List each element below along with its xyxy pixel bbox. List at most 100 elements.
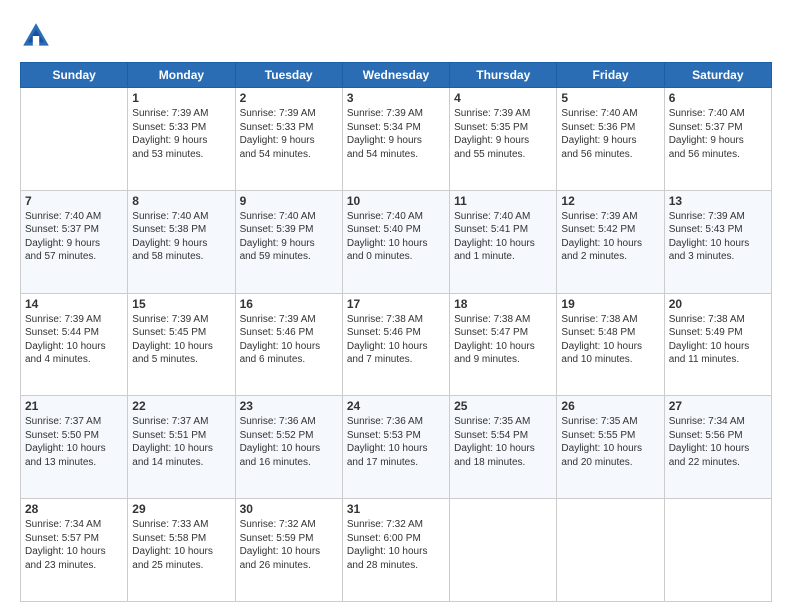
- day-number: 7: [25, 194, 123, 208]
- calendar-day-header: Friday: [557, 63, 664, 88]
- calendar-cell: 6Sunrise: 7:40 AM Sunset: 5:37 PM Daylig…: [664, 88, 771, 191]
- day-info: Sunrise: 7:40 AM Sunset: 5:38 PM Dayligh…: [132, 210, 230, 264]
- day-info: Sunrise: 7:38 AM Sunset: 5:46 PM Dayligh…: [347, 313, 445, 367]
- day-number: 8: [132, 194, 230, 208]
- calendar-cell: 10 Sunrise: 7:40 AM Sunset: 5:40 PM Dayli…: [342, 190, 449, 293]
- day-number: 10: [347, 194, 445, 208]
- day-info: Sunrise: 7:39 AM Sunset: 5:42 PM Dayligh…: [561, 210, 659, 264]
- day-info: Sunrise: 7:40 AM Sunset: 5:41 PM Dayligh…: [454, 210, 552, 264]
- day-info: Sunrise: 7:38 AM Sunset: 5:47 PM Dayligh…: [454, 313, 552, 367]
- day-number: 18: [454, 297, 552, 311]
- calendar-cell: 11Sunrise: 7:40 AM Sunset: 5:41 PM Dayli…: [450, 190, 557, 293]
- calendar-cell: 13Sunrise: 7:39 AM Sunset: 5:43 PM Dayli…: [664, 190, 771, 293]
- day-number: 20: [669, 297, 767, 311]
- day-info: Sunrise: 7:34 AM Sunset: 5:56 PM Dayligh…: [669, 415, 767, 469]
- day-info: Sunrise: 7:39 AM Sunset: 5:43 PM Dayligh…: [669, 210, 767, 264]
- calendar-cell: 20 Sunrise: 7:38 AM Sunset: 5:49 PM Dayli…: [664, 293, 771, 396]
- day-number: 3: [347, 91, 445, 105]
- day-info: Sunrise: 7:40 AM Sunset: 5:36 PM Dayligh…: [561, 107, 659, 161]
- calendar-week-row: 1 Sunrise: 7:39 AM Sunset: 5:33 PM Daylig…: [21, 88, 772, 191]
- day-info: Sunrise: 7:40 AM Sunset: 5:37 PM Dayligh…: [25, 210, 123, 264]
- day-number: 17: [347, 297, 445, 311]
- calendar-cell: [21, 88, 128, 191]
- calendar-cell: 30 Sunrise: 7:32 AM Sunset: 5:59 PM Dayli…: [235, 499, 342, 602]
- calendar-cell: 14 Sunrise: 7:39 AM Sunset: 5:44 PM Dayli…: [21, 293, 128, 396]
- calendar-cell: 22 Sunrise: 7:37 AM Sunset: 5:51 PM Dayli…: [128, 396, 235, 499]
- day-number: 29: [132, 502, 230, 516]
- day-info: Sunrise: 7:34 AM Sunset: 5:57 PM Dayligh…: [25, 518, 123, 572]
- day-info: Sunrise: 7:32 AM Sunset: 6:00 PM Dayligh…: [347, 518, 445, 572]
- calendar-week-row: 28 Sunrise: 7:34 AM Sunset: 5:57 PM Dayli…: [21, 499, 772, 602]
- day-info: Sunrise: 7:40 AM Sunset: 5:40 PM Dayligh…: [347, 210, 445, 264]
- day-number: 14: [25, 297, 123, 311]
- day-info: Sunrise: 7:39 AM Sunset: 5:44 PM Dayligh…: [25, 313, 123, 367]
- logo-icon: [20, 20, 52, 52]
- calendar-cell: [664, 499, 771, 602]
- day-number: 4: [454, 91, 552, 105]
- calendar-cell: [450, 499, 557, 602]
- day-info: Sunrise: 7:39 AM Sunset: 5:45 PM Dayligh…: [132, 313, 230, 367]
- day-number: 15: [132, 297, 230, 311]
- calendar-cell: 23Sunrise: 7:36 AM Sunset: 5:52 PM Dayli…: [235, 396, 342, 499]
- day-number: 5: [561, 91, 659, 105]
- day-number: 22: [132, 399, 230, 413]
- day-info: Sunrise: 7:39 AM Sunset: 5:33 PM Dayligh…: [132, 107, 230, 161]
- day-info: Sunrise: 7:40 AM Sunset: 5:37 PM Dayligh…: [669, 107, 767, 161]
- logo: [20, 20, 56, 52]
- calendar-cell: 19 Sunrise: 7:38 AM Sunset: 5:48 PM Dayli…: [557, 293, 664, 396]
- calendar-cell: 4 Sunrise: 7:39 AM Sunset: 5:35 PM Daylig…: [450, 88, 557, 191]
- day-number: 31: [347, 502, 445, 516]
- calendar-week-row: 21Sunrise: 7:37 AM Sunset: 5:50 PM Dayli…: [21, 396, 772, 499]
- calendar-day-header: Saturday: [664, 63, 771, 88]
- calendar-week-row: 7 Sunrise: 7:40 AM Sunset: 5:37 PM Daylig…: [21, 190, 772, 293]
- header: [20, 16, 772, 52]
- calendar-cell: 8 Sunrise: 7:40 AM Sunset: 5:38 PM Daylig…: [128, 190, 235, 293]
- day-number: 9: [240, 194, 338, 208]
- calendar-cell: 2Sunrise: 7:39 AM Sunset: 5:33 PM Daylig…: [235, 88, 342, 191]
- page: SundayMondayTuesdayWednesdayThursdayFrid…: [0, 0, 792, 612]
- calendar-cell: 27 Sunrise: 7:34 AM Sunset: 5:56 PM Dayli…: [664, 396, 771, 499]
- day-info: Sunrise: 7:33 AM Sunset: 5:58 PM Dayligh…: [132, 518, 230, 572]
- day-number: 19: [561, 297, 659, 311]
- day-info: Sunrise: 7:36 AM Sunset: 5:53 PM Dayligh…: [347, 415, 445, 469]
- day-info: Sunrise: 7:38 AM Sunset: 5:48 PM Dayligh…: [561, 313, 659, 367]
- day-info: Sunrise: 7:40 AM Sunset: 5:39 PM Dayligh…: [240, 210, 338, 264]
- day-info: Sunrise: 7:32 AM Sunset: 5:59 PM Dayligh…: [240, 518, 338, 572]
- calendar-day-header: Wednesday: [342, 63, 449, 88]
- calendar-cell: 24 Sunrise: 7:36 AM Sunset: 5:53 PM Dayli…: [342, 396, 449, 499]
- day-number: 16: [240, 297, 338, 311]
- calendar-cell: 5 Sunrise: 7:40 AM Sunset: 5:36 PM Daylig…: [557, 88, 664, 191]
- day-number: 26: [561, 399, 659, 413]
- calendar-cell: 9 Sunrise: 7:40 AM Sunset: 5:39 PM Daylig…: [235, 190, 342, 293]
- calendar-header-row: SundayMondayTuesdayWednesdayThursdayFrid…: [21, 63, 772, 88]
- day-info: Sunrise: 7:39 AM Sunset: 5:35 PM Dayligh…: [454, 107, 552, 161]
- calendar-day-header: Tuesday: [235, 63, 342, 88]
- calendar-cell: 31 Sunrise: 7:32 AM Sunset: 6:00 PM Dayli…: [342, 499, 449, 602]
- calendar-day-header: Monday: [128, 63, 235, 88]
- calendar-cell: 16 Sunrise: 7:39 AM Sunset: 5:46 PM Dayli…: [235, 293, 342, 396]
- calendar-cell: 12 Sunrise: 7:39 AM Sunset: 5:42 PM Dayli…: [557, 190, 664, 293]
- day-info: Sunrise: 7:37 AM Sunset: 5:50 PM Dayligh…: [25, 415, 123, 469]
- day-info: Sunrise: 7:37 AM Sunset: 5:51 PM Dayligh…: [132, 415, 230, 469]
- day-info: Sunrise: 7:36 AM Sunset: 5:52 PM Dayligh…: [240, 415, 338, 469]
- calendar-cell: 18 Sunrise: 7:38 AM Sunset: 5:47 PM Dayli…: [450, 293, 557, 396]
- day-info: Sunrise: 7:35 AM Sunset: 5:55 PM Dayligh…: [561, 415, 659, 469]
- day-number: 1: [132, 91, 230, 105]
- day-number: 28: [25, 502, 123, 516]
- calendar-cell: 7 Sunrise: 7:40 AM Sunset: 5:37 PM Daylig…: [21, 190, 128, 293]
- day-number: 25: [454, 399, 552, 413]
- day-number: 27: [669, 399, 767, 413]
- calendar-cell: 17 Sunrise: 7:38 AM Sunset: 5:46 PM Dayli…: [342, 293, 449, 396]
- calendar-cell: 1 Sunrise: 7:39 AM Sunset: 5:33 PM Daylig…: [128, 88, 235, 191]
- calendar-cell: 25Sunrise: 7:35 AM Sunset: 5:54 PM Dayli…: [450, 396, 557, 499]
- day-number: 30: [240, 502, 338, 516]
- calendar-cell: [557, 499, 664, 602]
- day-info: Sunrise: 7:39 AM Sunset: 5:46 PM Dayligh…: [240, 313, 338, 367]
- day-info: Sunrise: 7:38 AM Sunset: 5:49 PM Dayligh…: [669, 313, 767, 367]
- day-number: 12: [561, 194, 659, 208]
- calendar-cell: 21Sunrise: 7:37 AM Sunset: 5:50 PM Dayli…: [21, 396, 128, 499]
- day-number: 24: [347, 399, 445, 413]
- calendar-week-row: 14 Sunrise: 7:39 AM Sunset: 5:44 PM Dayli…: [21, 293, 772, 396]
- calendar-cell: 15 Sunrise: 7:39 AM Sunset: 5:45 PM Dayli…: [128, 293, 235, 396]
- calendar-cell: 3Sunrise: 7:39 AM Sunset: 5:34 PM Daylig…: [342, 88, 449, 191]
